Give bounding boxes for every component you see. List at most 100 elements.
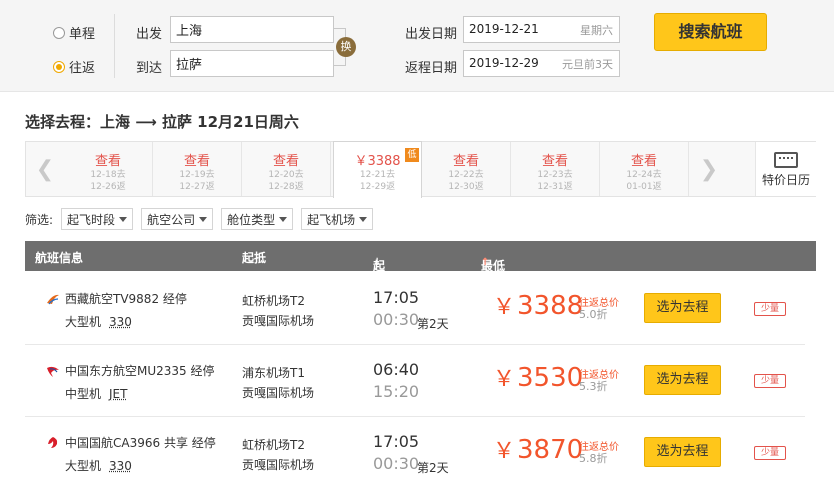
search-panel: 单程 往返 出发 到达 换 出发日期 2019-12-21 星期六 返程日期 2… bbox=[0, 0, 834, 92]
seats-left-badge: 少量 bbox=[754, 446, 786, 460]
from-label: 出发 bbox=[136, 27, 163, 42]
discount-label: 5.3折 bbox=[579, 380, 608, 393]
date-option-depart: 12-18去 bbox=[90, 170, 126, 180]
arrival-airport: 贡嘎国际机场 bbox=[242, 458, 315, 472]
flight-price: ￥3870 bbox=[493, 433, 583, 465]
filter-option-label: 起飞时段 bbox=[67, 212, 116, 227]
filter-cabin-class[interactable]: 舱位类型 bbox=[221, 208, 294, 230]
aircraft-model[interactable]: 330 bbox=[109, 315, 132, 329]
date-option[interactable]: 查看 12-20去 12-28返 bbox=[242, 142, 331, 196]
date-option-return: 12-28返 bbox=[268, 182, 304, 192]
date-option-return: 12-31返 bbox=[537, 182, 573, 192]
caret-down-icon bbox=[359, 216, 368, 222]
date-option-depart: 12-19去 bbox=[179, 170, 215, 180]
calendar-icon bbox=[774, 152, 798, 168]
lowest-price-badge: 低 bbox=[405, 148, 419, 162]
date-option-price: 查看 bbox=[272, 154, 299, 169]
departure-time: 17:05 bbox=[373, 288, 420, 307]
select-outbound-button[interactable]: 选为去程 bbox=[644, 365, 721, 395]
aircraft-size: 中型机 bbox=[65, 387, 102, 401]
seats-left-badge: 少量 bbox=[754, 374, 786, 388]
special-price-calendar-button[interactable]: 特价日历 bbox=[755, 142, 816, 196]
date-option-return: 12-30返 bbox=[448, 182, 484, 192]
swap-cities-button[interactable]: 换 bbox=[336, 37, 356, 57]
price-value: 3870 bbox=[517, 435, 584, 465]
divider bbox=[114, 14, 115, 78]
filter-departure-airport[interactable]: 起飞机场 bbox=[301, 208, 374, 230]
results-header: 航班信息 起抵 起抵时间↓ 最低价格（不含税费）↑ bbox=[25, 241, 816, 341]
from-city-input[interactable] bbox=[170, 16, 334, 43]
discount-label: 5.8折 bbox=[579, 452, 608, 465]
select-outbound-button[interactable]: 选为去程 bbox=[644, 293, 721, 323]
flight-name[interactable]: 中国东方航空MU2335 经停 bbox=[65, 362, 215, 379]
trip-oneway-option[interactable]: 单程 bbox=[53, 23, 95, 42]
arrival-time: 00:30 bbox=[373, 454, 420, 473]
date-option[interactable]: 查看 12-22去 12-30返 bbox=[422, 142, 511, 196]
col-flight-info: 航班信息 bbox=[35, 251, 84, 265]
date-option-selected[interactable]: ￥3388 低 12-21去 12-29返 bbox=[333, 141, 422, 198]
date-option-depart: 12-23去 bbox=[537, 170, 573, 180]
date-option-return: 01-01返 bbox=[626, 182, 662, 192]
sort-up-icon: ↑ bbox=[481, 257, 490, 268]
filter-departure-time[interactable]: 起飞时段 bbox=[61, 208, 134, 230]
col-from-to: 起抵 bbox=[242, 251, 267, 265]
departure-airport: 虹桥机场T2 bbox=[242, 294, 305, 308]
route-title: 选择去程：上海 ⟶ 拉萨 12月21日周六 bbox=[25, 113, 299, 131]
aircraft-model[interactable]: JET bbox=[109, 387, 127, 401]
return-date-input[interactable]: 2019-12-29 元旦前3天 bbox=[463, 50, 620, 77]
select-outbound-button[interactable]: 选为去程 bbox=[644, 437, 721, 467]
return-date-label: 返程日期 bbox=[405, 61, 458, 76]
next-day-flag: 第2天 bbox=[417, 461, 449, 475]
airline-logo-icon bbox=[47, 366, 59, 377]
date-option-price: 查看 bbox=[541, 154, 568, 169]
chevron-left-icon[interactable]: ❮ bbox=[26, 142, 64, 196]
filter-label: 筛选: bbox=[25, 212, 54, 227]
aircraft-size: 大型机 bbox=[65, 315, 102, 329]
arrival-airport: 贡嘎国际机场 bbox=[242, 386, 315, 400]
to-city-input[interactable] bbox=[170, 50, 334, 77]
date-option-return: 12-27返 bbox=[179, 182, 215, 192]
discount-label: 5.0折 bbox=[579, 308, 608, 321]
date-option[interactable]: 查看 12-23去 12-31返 bbox=[511, 142, 600, 196]
caret-down-icon bbox=[279, 216, 288, 222]
date-option[interactable]: 查看 12-24去 01-01返 bbox=[600, 142, 689, 196]
filter-airline[interactable]: 航空公司 bbox=[141, 208, 214, 230]
date-option[interactable]: 查看 12-19去 12-27返 bbox=[153, 142, 242, 196]
price-value: 3530 bbox=[517, 363, 584, 393]
departure-time: 17:05 bbox=[373, 432, 420, 451]
next-day-flag: 第2天 bbox=[417, 317, 449, 331]
currency-symbol: ￥ bbox=[493, 439, 516, 464]
aircraft-type: 中型机 JET bbox=[65, 385, 127, 402]
date-option-price: 查看 bbox=[452, 154, 479, 169]
oneway-radio[interactable] bbox=[53, 26, 65, 39]
trip-roundtrip-option[interactable]: 往返 bbox=[53, 57, 95, 76]
filter-option-label: 航空公司 bbox=[147, 212, 196, 227]
depart-weekday: 星期六 bbox=[580, 24, 613, 37]
caret-down-icon bbox=[119, 216, 128, 222]
date-option[interactable]: 查看 12-18去 12-26返 bbox=[64, 142, 153, 196]
oneway-label: 单程 bbox=[69, 27, 96, 42]
flight-name[interactable]: 中国国航CA3966 共享 经停 bbox=[65, 434, 216, 451]
flight-name[interactable]: 西藏航空TV9882 经停 bbox=[65, 290, 187, 307]
depart-date-value: 2019-12-21 bbox=[469, 22, 539, 36]
filter-option-label: 起飞机场 bbox=[307, 212, 356, 227]
currency-symbol: ￥ bbox=[493, 295, 516, 320]
date-option-depart: 12-24去 bbox=[626, 170, 662, 180]
roundtrip-label: 往返 bbox=[69, 61, 96, 76]
filter-option-label: 舱位类型 bbox=[227, 212, 276, 227]
flight-row: 西藏航空TV9882 经停 大型机 330 虹桥机场T2 贡嘎国际机场 17:05… bbox=[25, 273, 805, 345]
depart-date-label: 出发日期 bbox=[405, 27, 458, 42]
aircraft-model[interactable]: 330 bbox=[109, 459, 132, 473]
search-flights-button[interactable]: 搜索航班 bbox=[654, 13, 767, 51]
flight-row: 中国国航CA3966 共享 经停 大型机 330 虹桥机场T2 贡嘎国际机场 17… bbox=[25, 417, 805, 488]
departure-time: 06:40 bbox=[373, 360, 420, 379]
price-value: 3388 bbox=[517, 291, 584, 321]
arrival-airport: 贡嘎国际机场 bbox=[242, 314, 315, 328]
departure-airport: 虹桥机场T2 bbox=[242, 438, 305, 452]
date-option-price: 查看 bbox=[183, 154, 210, 169]
roundtrip-radio[interactable] bbox=[53, 60, 65, 73]
chevron-right-icon[interactable]: ❯ bbox=[690, 142, 728, 196]
depart-date-input[interactable]: 2019-12-21 星期六 bbox=[463, 16, 620, 43]
special-calendar-label: 特价日历 bbox=[761, 173, 810, 187]
date-option-price: 查看 bbox=[630, 154, 657, 169]
